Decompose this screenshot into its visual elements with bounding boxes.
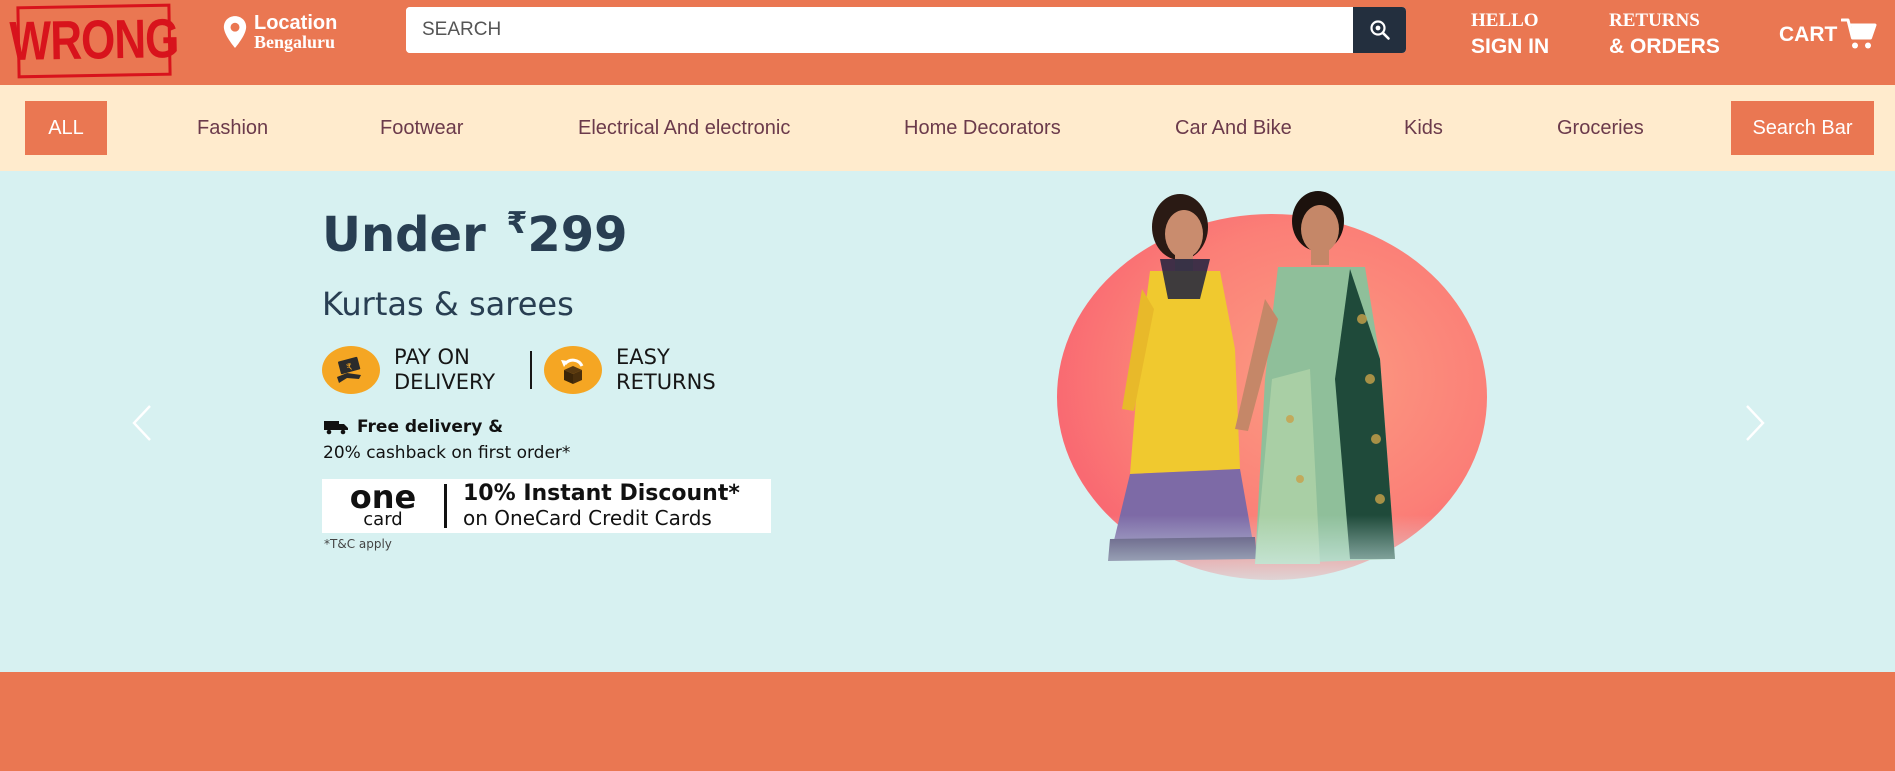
category-all-button[interactable]: ALL — [25, 101, 107, 155]
cart-icon — [1841, 18, 1877, 49]
cash-icon: ₹ — [322, 346, 380, 394]
category-home-decorators[interactable]: Home Decorators — [904, 85, 1061, 171]
returns-orders-link[interactable]: RETURNS & ORDERS — [1609, 8, 1720, 60]
brand-logo-text: WRONG — [9, 8, 179, 73]
location-title: Location — [254, 12, 338, 34]
returns-line2: RETURNS — [616, 370, 716, 394]
category-kids[interactable]: Kids — [1404, 85, 1443, 171]
search-icon — [1369, 20, 1390, 40]
feature-divider — [530, 351, 532, 389]
returns-label: RETURNS — [1609, 10, 1700, 31]
category-bar: ALL Fashion Footwear Electrical And elec… — [0, 85, 1895, 171]
signin-label: SIGN IN — [1471, 35, 1550, 58]
onecard-divider — [444, 484, 447, 528]
hero-currency: ₹ — [506, 206, 528, 241]
onecard-discount: 10% Instant Discount* — [463, 481, 740, 506]
easy-returns-badge: EASY RETURNS — [544, 345, 716, 395]
hero-title-prefix: Under — [322, 207, 486, 263]
search-bar — [406, 7, 1406, 53]
category-fashion[interactable]: Fashion — [197, 85, 268, 171]
carousel-next-icon[interactable] — [1743, 403, 1767, 443]
top-header: WRONG Location Bengaluru HELLO SIGN IN R… — [0, 0, 1895, 85]
cart-button[interactable]: CART — [1779, 17, 1877, 51]
search-bar-button[interactable]: Search Bar — [1731, 101, 1874, 155]
bottom-band — [0, 672, 1895, 771]
terms-note: *T&C apply — [324, 537, 392, 551]
location-pin-icon — [223, 16, 247, 48]
carousel-prev-icon[interactable] — [130, 403, 154, 443]
return-box-icon — [544, 346, 602, 394]
onecard-cards: on OneCard Credit Cards — [463, 506, 712, 530]
category-car-and-bike[interactable]: Car And Bike — [1175, 85, 1292, 171]
hero-models-image[interactable] — [1050, 179, 1490, 599]
onecard-logo-card: card — [363, 509, 403, 530]
free-delivery-note: Free delivery & 20% cashback on first or… — [323, 414, 570, 466]
returns-line1: EASY — [616, 345, 670, 369]
delivery-line1: Free delivery & — [357, 417, 504, 437]
account-greeting: HELLO — [1471, 10, 1539, 31]
category-footwear[interactable]: Footwear — [380, 85, 463, 171]
delivery-line2: 20% cashback on first order* — [323, 443, 571, 463]
hero-title: Under ₹299 — [322, 206, 628, 263]
onecard-offer: one card 10% Instant Discount* on OneCar… — [322, 479, 771, 533]
search-button[interactable] — [1353, 7, 1406, 53]
onecard-logo-one: one — [349, 478, 417, 516]
category-groceries[interactable]: Groceries — [1557, 85, 1644, 171]
location-selector[interactable]: Location Bengaluru — [222, 12, 338, 52]
hero-price: 299 — [527, 207, 628, 263]
hero-carousel[interactable]: Under ₹299 Kurtas & sarees ₹ PAY ON DELI… — [0, 171, 1895, 672]
search-input[interactable] — [406, 7, 1356, 53]
category-electrical[interactable]: Electrical And electronic — [578, 85, 790, 171]
pay-line2: DELIVERY — [394, 370, 496, 394]
delivery-truck-icon — [324, 421, 348, 435]
hero-subtitle: Kurtas & sarees — [322, 285, 574, 323]
cart-label: CART — [1779, 23, 1838, 46]
orders-label: & ORDERS — [1609, 35, 1720, 58]
pay-on-delivery-badge: ₹ PAY ON DELIVERY — [322, 345, 495, 395]
onecard-logo: one card — [322, 478, 444, 530]
account-signin[interactable]: HELLO SIGN IN — [1471, 8, 1549, 60]
pay-line1: PAY ON — [394, 345, 470, 369]
brand-logo[interactable]: WRONG — [9, 3, 179, 79]
location-city: Bengaluru — [254, 32, 336, 52]
